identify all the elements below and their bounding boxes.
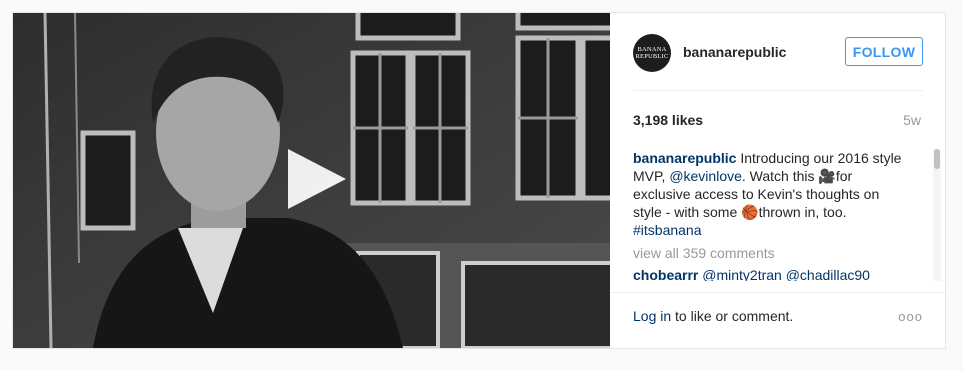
scrollbar-thumb[interactable]	[934, 149, 940, 169]
video-player[interactable]	[13, 13, 610, 348]
avatar[interactable]: BANANA REPUBLIC	[633, 34, 671, 72]
login-text: to like or comment.	[671, 308, 794, 324]
comment-item: chobearrr @minty2tran @chadillac90	[633, 267, 923, 281]
play-button[interactable]	[284, 147, 348, 211]
follow-button[interactable]: FOLLOW	[845, 37, 923, 66]
login-prompt: Log in to like or comment.	[633, 308, 793, 324]
more-options-button[interactable]: ooo	[898, 309, 923, 324]
post-sidebar: BANANA REPUBLIC bananarepublic FOLLOW 3,…	[611, 13, 945, 348]
caption-username[interactable]: bananarepublic	[633, 150, 736, 166]
comment-username[interactable]: chobearrr	[633, 267, 698, 281]
username-link[interactable]: bananarepublic	[683, 44, 786, 60]
caption-text-2: . Watch this	[741, 168, 819, 184]
caption: bananarepublic Introducing our 2016 styl…	[633, 149, 908, 239]
login-link[interactable]: Log in	[633, 308, 671, 324]
comments-section[interactable]: bananarepublic Introducing our 2016 styl…	[633, 149, 923, 281]
comment-text[interactable]: @minty2tran @chadillac90	[698, 267, 870, 281]
divider	[633, 90, 923, 91]
view-all-comments-link[interactable]: view all 359 comments	[633, 245, 923, 261]
likes-count[interactable]: 3,198 likes	[633, 112, 703, 128]
caption-text-4: thrown in, too.	[758, 204, 847, 220]
mention-link[interactable]: @kevinlove	[669, 168, 742, 184]
basketball-icon: 🏀	[741, 204, 759, 220]
hashtag-link[interactable]: #itsbanana	[633, 222, 702, 238]
play-icon	[288, 149, 346, 209]
post-header: BANANA REPUBLIC bananarepublic FOLLOW	[633, 33, 923, 77]
divider	[611, 292, 945, 293]
comments-scrollbar[interactable]	[933, 149, 941, 281]
post-time[interactable]: 5w	[903, 112, 921, 128]
movie-camera-icon: 🎥	[818, 168, 836, 184]
post-card: BANANA REPUBLIC bananarepublic FOLLOW 3,…	[12, 12, 946, 349]
